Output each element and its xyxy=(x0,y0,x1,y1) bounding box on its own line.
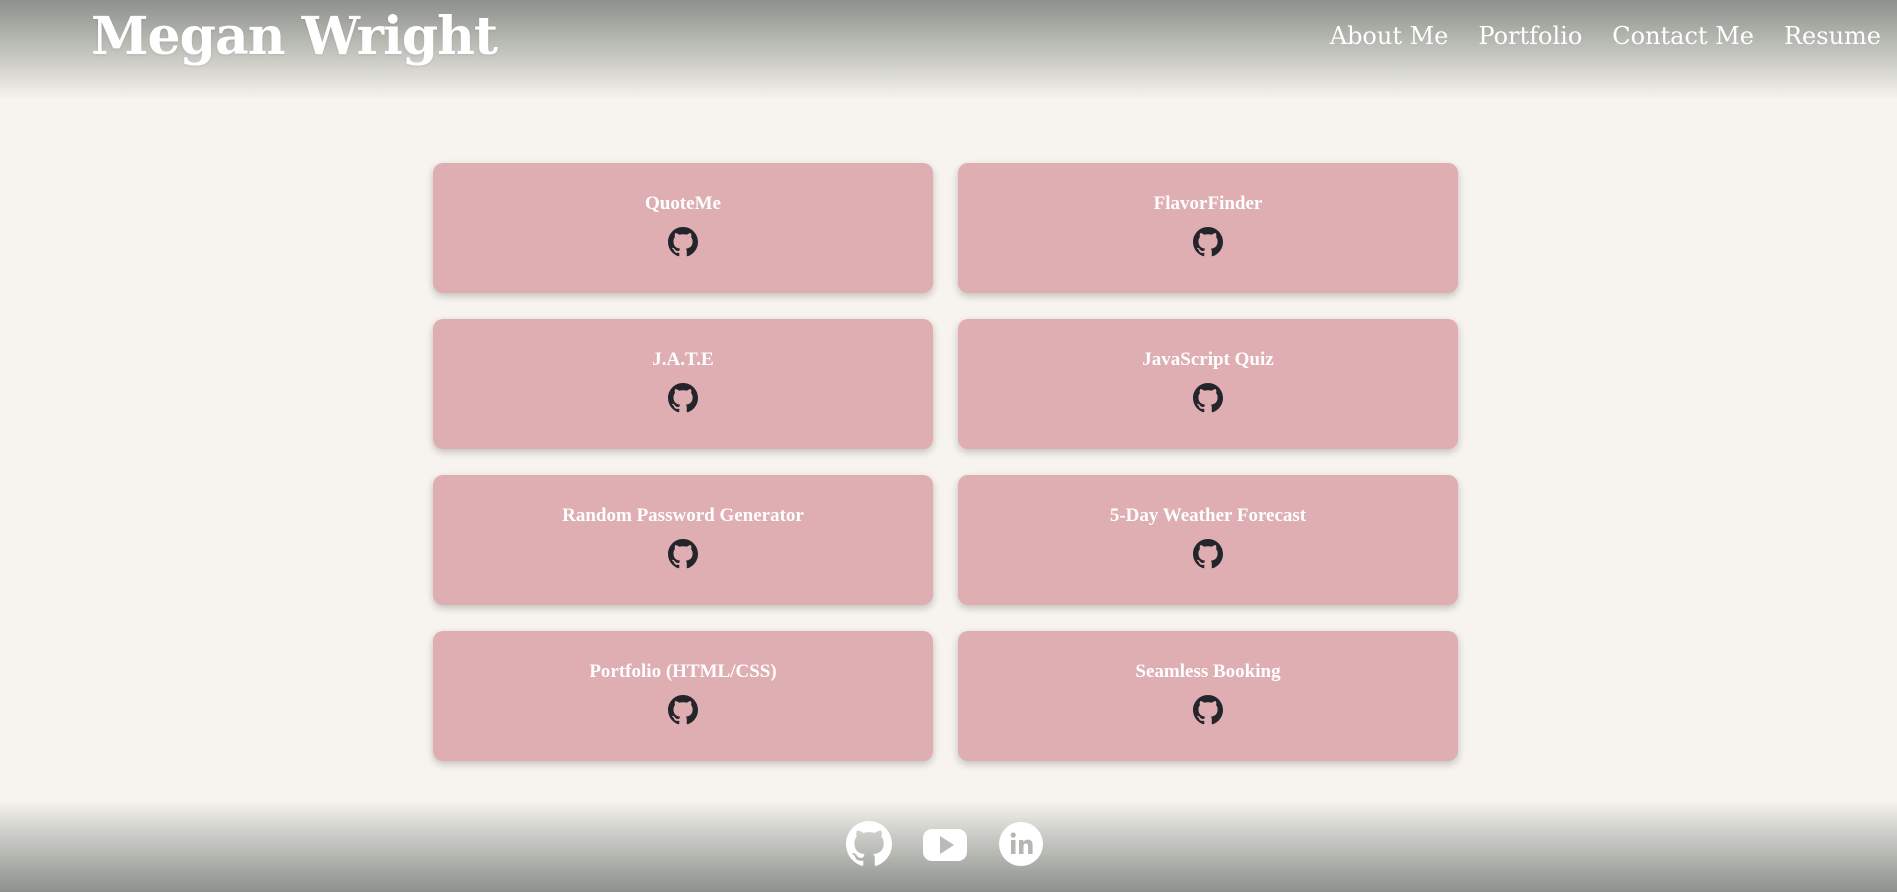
project-title: 5-Day Weather Forecast xyxy=(1109,505,1307,526)
github-icon[interactable] xyxy=(668,227,698,257)
site-header: Megan Wright About Me Portfolio Contact … xyxy=(0,0,1897,100)
project-card-javascript-quiz[interactable]: JavaScript Quiz xyxy=(958,319,1458,449)
nav-about-me[interactable]: About Me xyxy=(1330,22,1449,50)
project-card-flavorfinder[interactable]: FlavorFinder xyxy=(958,163,1458,293)
project-card-jate[interactable]: J.A.T.E xyxy=(433,319,933,449)
project-title: Random Password Generator xyxy=(562,505,804,526)
project-title: QuoteMe xyxy=(645,193,721,214)
projects-grid: QuoteMe FlavorFinder J.A.T.E JavaScript … xyxy=(433,163,1458,761)
nav-portfolio[interactable]: Portfolio xyxy=(1478,22,1582,50)
github-icon[interactable] xyxy=(668,539,698,569)
youtube-icon[interactable] xyxy=(922,821,968,867)
project-title: JavaScript Quiz xyxy=(1142,349,1274,370)
main-nav: About Me Portfolio Contact Me Resume xyxy=(1330,22,1881,50)
project-card-seamless-booking[interactable]: Seamless Booking xyxy=(958,631,1458,761)
project-title: J.A.T.E xyxy=(652,349,714,370)
project-title: Portfolio (HTML/CSS) xyxy=(589,661,777,682)
nav-contact-me[interactable]: Contact Me xyxy=(1612,22,1754,50)
linkedin-icon[interactable] xyxy=(998,821,1044,867)
site-footer xyxy=(0,800,1897,892)
github-icon[interactable] xyxy=(668,695,698,725)
github-icon[interactable] xyxy=(1193,383,1223,413)
project-card-portfolio-html-css[interactable]: Portfolio (HTML/CSS) xyxy=(433,631,933,761)
social-links xyxy=(846,821,1044,867)
github-icon[interactable] xyxy=(668,383,698,413)
project-card-weather-forecast[interactable]: 5-Day Weather Forecast xyxy=(958,475,1458,605)
github-icon[interactable] xyxy=(1193,539,1223,569)
site-title[interactable]: Megan Wright xyxy=(91,6,498,67)
project-title: Seamless Booking xyxy=(1135,661,1281,682)
project-title: FlavorFinder xyxy=(1153,193,1263,214)
github-icon[interactable] xyxy=(1193,695,1223,725)
project-card-random-password-generator[interactable]: Random Password Generator xyxy=(433,475,933,605)
github-icon[interactable] xyxy=(846,821,892,867)
nav-resume[interactable]: Resume xyxy=(1784,22,1881,50)
project-card-quoteme[interactable]: QuoteMe xyxy=(433,163,933,293)
github-icon[interactable] xyxy=(1193,227,1223,257)
